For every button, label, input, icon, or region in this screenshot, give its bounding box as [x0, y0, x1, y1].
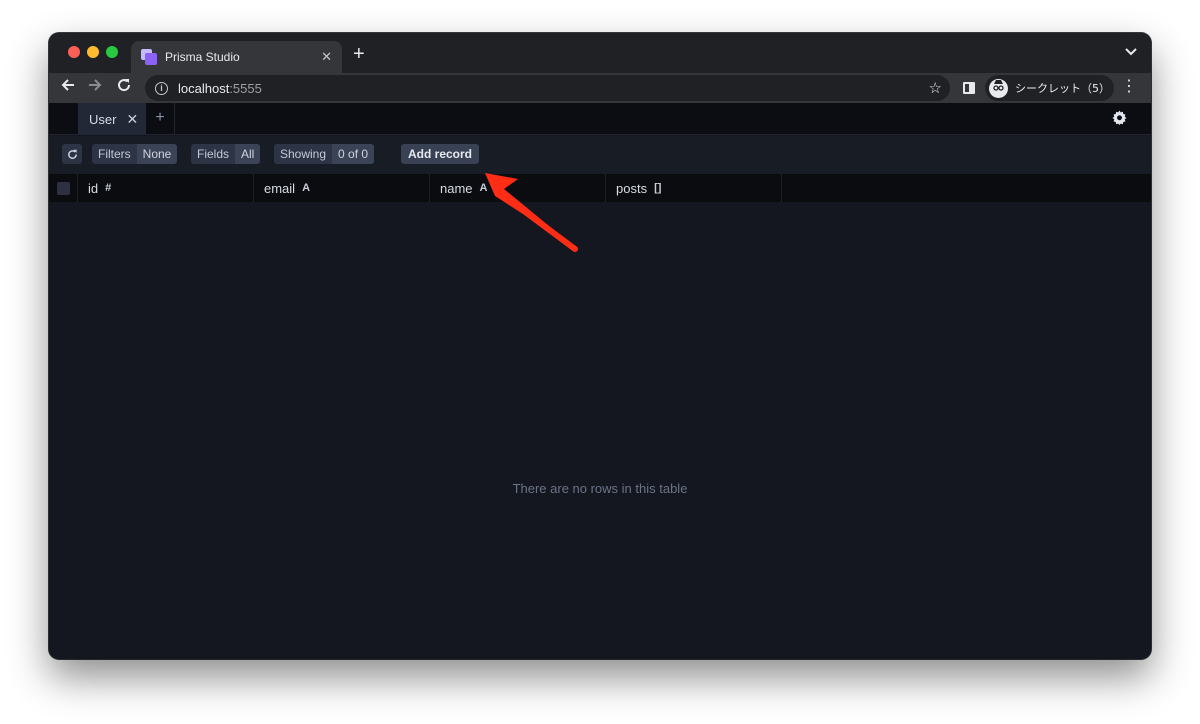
- annotation-arrow: [485, 173, 578, 252]
- browser-window: Prisma Studio ✕ + i localhost :5555 ☆ シー…: [49, 33, 1151, 659]
